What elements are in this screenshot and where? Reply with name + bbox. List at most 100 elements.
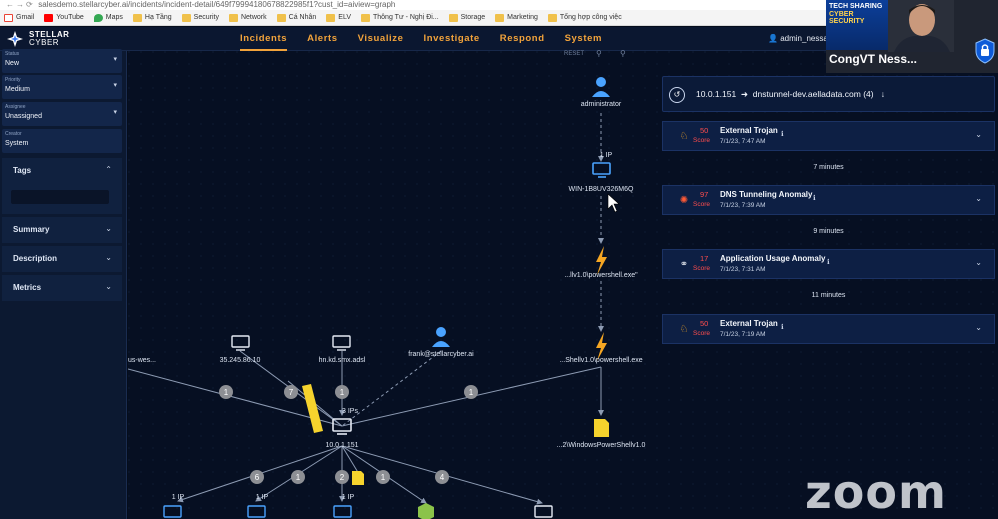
reload-icon[interactable]: ⟳ — [26, 0, 36, 10]
edge-badge[interactable]: 6 — [250, 470, 264, 484]
edge-badge[interactable]: 2 — [335, 470, 349, 484]
bookmark-label: Security — [193, 14, 219, 21]
edge-badge[interactable]: 4 — [435, 470, 449, 484]
bookmark-label: Tổng hợp công việc — [559, 14, 622, 21]
folder-icon — [547, 13, 557, 22]
file-icon[interactable] — [352, 471, 364, 485]
node-label: 1 IP — [341, 494, 355, 501]
bookmark-youtube[interactable]: YouTube — [44, 13, 84, 22]
field-label: Creator — [5, 131, 22, 137]
metrics-section[interactable]: Metrics ⌄ — [2, 275, 122, 301]
alert-card[interactable]: ♘ 50 Score External Trojan 7/1/23, 7:47 … — [662, 121, 995, 151]
bookmark-folder[interactable]: Security — [181, 13, 219, 22]
bookmark-label: Cá Nhân — [288, 14, 317, 21]
node-label: 10.0.1.151 — [325, 442, 359, 449]
back-icon[interactable]: ← — [6, 0, 16, 10]
reset-link[interactable]: RESET — [564, 51, 584, 57]
history-icon[interactable]: ↺ — [669, 87, 685, 103]
bookmark-maps[interactable]: Maps — [93, 13, 123, 22]
user-menu[interactable]: 👤 admin_nessar — [768, 34, 830, 43]
nav-alerts[interactable]: Alerts — [307, 27, 338, 51]
chevron-down-icon: ⌄ — [105, 253, 112, 262]
folder-icon — [181, 13, 191, 22]
chevron-down-icon[interactable]: ⌄ — [975, 194, 982, 203]
bookmark-folder[interactable]: Marketing — [495, 13, 538, 22]
badge-count: 1 — [381, 473, 386, 482]
edge-badge[interactable]: 1 — [464, 385, 478, 399]
bookmark-folder[interactable]: Thông Tư - Nghị Đi... — [361, 13, 439, 22]
bookmark-gmail[interactable]: Gmail — [4, 13, 34, 22]
arrow-down-icon[interactable]: ↓ — [881, 89, 885, 99]
screen-root: ← → ⟳ salesdemo.stellarcyber.ai/incidents/… — [0, 0, 998, 519]
info-icon[interactable]: ℹ — [813, 194, 816, 202]
chevron-down-icon[interactable]: ⌄ — [975, 130, 982, 139]
alert-card[interactable]: ✺ 97 Score DNS Tunneling Anomaly 7/1/23,… — [662, 185, 995, 215]
zoom-in-icon[interactable]: ⚲ — [620, 49, 626, 58]
header-domain: dnstunnel-dev.aelladata.com — [752, 89, 861, 99]
nav-visualize[interactable]: Visualize — [358, 27, 404, 51]
header-count: (4) — [863, 89, 874, 99]
alert-score-label: Score — [693, 201, 710, 208]
file-node-windowspowershell[interactable] — [594, 419, 609, 437]
edge-badge[interactable]: 1 — [219, 385, 233, 399]
assignee-select[interactable]: Assignee Unassigned ▾ — [2, 102, 122, 126]
stellar-cyber-logo[interactable]: STELLAR CYBER — [6, 30, 69, 48]
edge-badge[interactable]: 1 — [335, 385, 349, 399]
bookmark-folder[interactable]: Network — [228, 13, 267, 22]
speaker-name: CongVT Ness... — [829, 52, 918, 66]
url-text: salesdemo.stellarcyber.ai/incidents/inci… — [38, 0, 396, 9]
alert-score-label: Score — [693, 137, 710, 144]
bookmark-folder[interactable]: Storage — [448, 13, 485, 22]
gmail-icon — [4, 13, 13, 22]
nav-respond[interactable]: Respond — [500, 27, 545, 51]
starburst-icon: ✺ — [679, 195, 689, 206]
alert-score: 97 — [700, 190, 709, 199]
badge-count: 6 — [255, 473, 260, 482]
summary-section[interactable]: Summary ⌄ — [2, 217, 122, 243]
field-value: New — [5, 60, 20, 67]
bookmark-folder[interactable]: Tổng hợp công việc — [547, 13, 622, 22]
info-icon[interactable]: ℹ — [781, 323, 784, 331]
alert-score-label: Score — [693, 330, 710, 337]
time-gap: 9 minutes — [813, 228, 844, 235]
nav-system[interactable]: System — [565, 27, 602, 51]
nav-incidents[interactable]: Incidents — [240, 27, 288, 51]
nav-investigate[interactable]: Investigate — [424, 27, 480, 51]
user-icon: 👤 — [768, 34, 778, 43]
chevron-up-icon[interactable]: ⌃ — [105, 165, 112, 174]
alert-card[interactable]: ⚭ 17 Score Application Usage Anomaly 7/1… — [662, 249, 995, 279]
alert-title: Application Usage Anomaly — [720, 254, 826, 263]
bookmark-folder[interactable]: ELV — [326, 13, 351, 22]
edge-badge[interactable]: 7 — [284, 385, 298, 399]
forward-icon[interactable]: → — [16, 0, 26, 10]
banner-small-text — [829, 21, 887, 41]
tags-section: Tags ⌃ — [2, 158, 122, 214]
node-label: administrator — [580, 101, 622, 108]
bookmark-label: Hạ Tầng — [144, 14, 172, 21]
time-gap: 11 minutes — [811, 292, 846, 299]
binoculars-icon: ⚭ — [679, 259, 689, 270]
chevron-down-icon[interactable]: ⌄ — [975, 258, 982, 267]
section-title-summary: Summary — [13, 225, 50, 234]
tags-input[interactable] — [11, 190, 109, 204]
priority-select[interactable]: Priority Medium ▾ — [2, 75, 122, 99]
status-select[interactable]: Status New ▾ — [2, 49, 122, 73]
info-icon[interactable]: ℹ — [827, 258, 830, 266]
bookmark-folder[interactable]: Hạ Tầng — [132, 13, 172, 22]
edge-badge[interactable]: 1 — [376, 470, 390, 484]
alert-score: 50 — [700, 126, 709, 135]
username: admin_nessar — [780, 34, 831, 43]
youtube-icon — [44, 13, 54, 22]
zoom-out-icon[interactable]: ⚲ — [596, 49, 602, 58]
alert-card[interactable]: ♘ 50 Score External Trojan 7/1/23, 7:19 … — [662, 314, 995, 344]
field-value: Medium — [5, 86, 30, 93]
info-icon[interactable]: ℹ — [781, 130, 784, 138]
stellar-logo-icon — [7, 31, 23, 47]
alert-title: External Trojan — [720, 126, 778, 135]
bookmark-folder[interactable]: Cá Nhân — [276, 13, 317, 22]
creator-field: Creator System — [2, 129, 122, 153]
description-section[interactable]: Description ⌄ — [2, 246, 122, 272]
edge-badge[interactable]: 1 — [291, 470, 305, 484]
chevron-down-icon[interactable]: ⌄ — [975, 323, 982, 332]
bookmark-label: YouTube — [56, 14, 84, 21]
